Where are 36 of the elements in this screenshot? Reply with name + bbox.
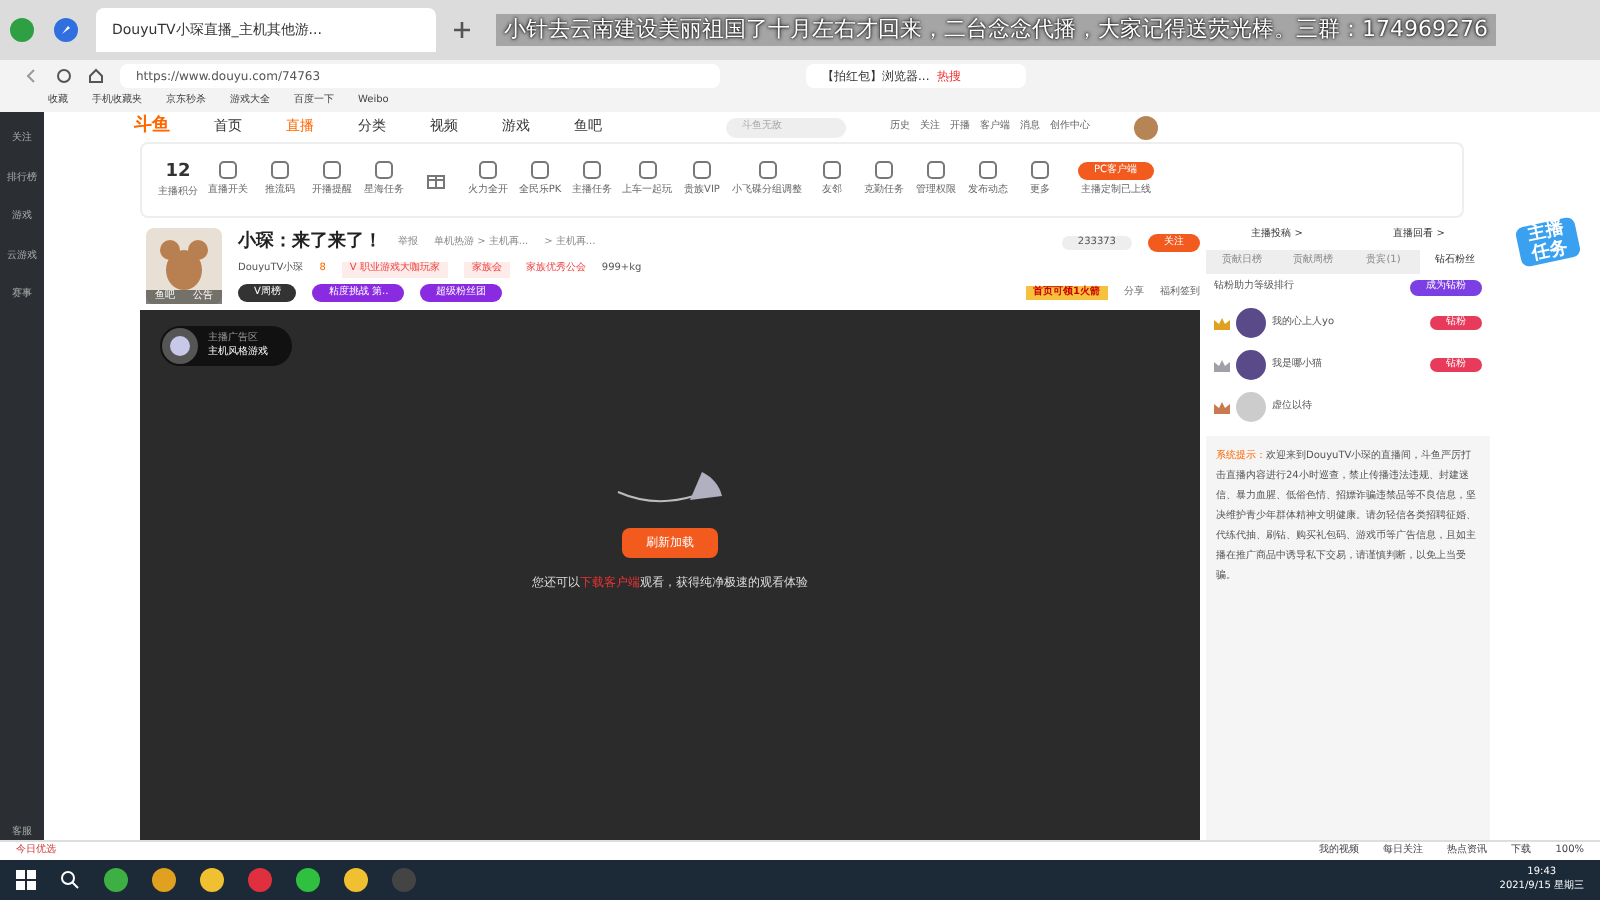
square-icon	[374, 160, 394, 181]
app-icon[interactable]	[296, 868, 320, 892]
avatar-icon[interactable]	[1134, 115, 1158, 139]
avatar-icon	[1236, 392, 1266, 422]
browser-logo-icon	[8, 16, 36, 44]
square-icon	[478, 160, 498, 181]
square-icon	[637, 160, 657, 181]
app-icon[interactable]	[344, 868, 368, 892]
square-icon	[1030, 160, 1050, 181]
app-icon[interactable]	[200, 868, 224, 892]
square-icon	[874, 160, 894, 181]
avatar-icon	[1236, 350, 1266, 380]
back-icon[interactable]	[24, 68, 40, 84]
plus-icon[interactable]	[452, 20, 472, 40]
square-icon	[582, 160, 602, 181]
compass-icon[interactable]	[52, 16, 80, 44]
score-number: 12	[165, 159, 191, 185]
reload-icon[interactable]	[56, 68, 72, 84]
stream-title: 小琛：来了来了！	[238, 229, 382, 256]
square-icon	[692, 160, 712, 181]
app-icon[interactable]	[152, 868, 176, 892]
app-icon[interactable]	[104, 868, 128, 892]
home-icon[interactable]	[88, 68, 104, 84]
square-icon	[978, 160, 998, 181]
square-icon	[757, 160, 777, 181]
square-icon	[926, 160, 946, 181]
windows-icon[interactable]	[16, 870, 36, 890]
square-icon	[822, 160, 842, 181]
square-icon	[530, 160, 550, 181]
square-icon	[322, 160, 342, 181]
game-logo-icon	[160, 326, 200, 366]
avatar-icon	[1236, 308, 1266, 338]
gift-icon	[426, 170, 446, 190]
square-icon	[218, 160, 238, 181]
square-icon	[270, 160, 290, 181]
search-icon[interactable]	[60, 870, 80, 890]
